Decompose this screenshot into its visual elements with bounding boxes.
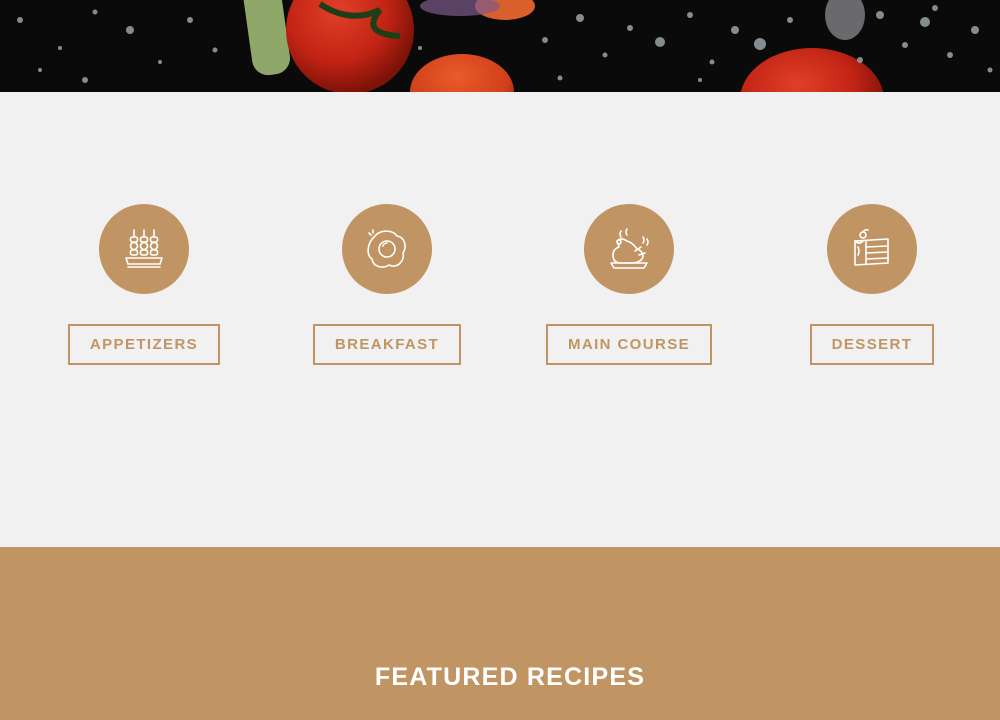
categories-section: APPETIZERS BREAKFAST MAIN COURSE DESSERT — [0, 92, 1000, 547]
category-dessert: DESSERT — [752, 204, 992, 374]
fried-egg-icon — [342, 204, 432, 294]
appetizers-button[interactable]: APPETIZERS — [67, 324, 221, 365]
skewers-icon — [99, 204, 189, 294]
category-breakfast: BREAKFAST — [267, 204, 507, 374]
category-main-course: MAIN COURSE — [509, 204, 749, 374]
roast-chicken-icon — [584, 204, 674, 294]
cake-slice-icon — [827, 204, 917, 294]
breakfast-button[interactable]: BREAKFAST — [312, 324, 462, 365]
featured-recipes-heading: FEATURED RECIPES — [374, 663, 646, 691]
hero-image — [0, 0, 1000, 92]
main-course-button[interactable]: MAIN COURSE — [545, 324, 713, 365]
dessert-button[interactable]: DESSERT — [809, 324, 935, 365]
category-appetizers: APPETIZERS — [24, 204, 264, 374]
featured-recipes-section: FEATURED RECIPES — [0, 547, 1000, 720]
